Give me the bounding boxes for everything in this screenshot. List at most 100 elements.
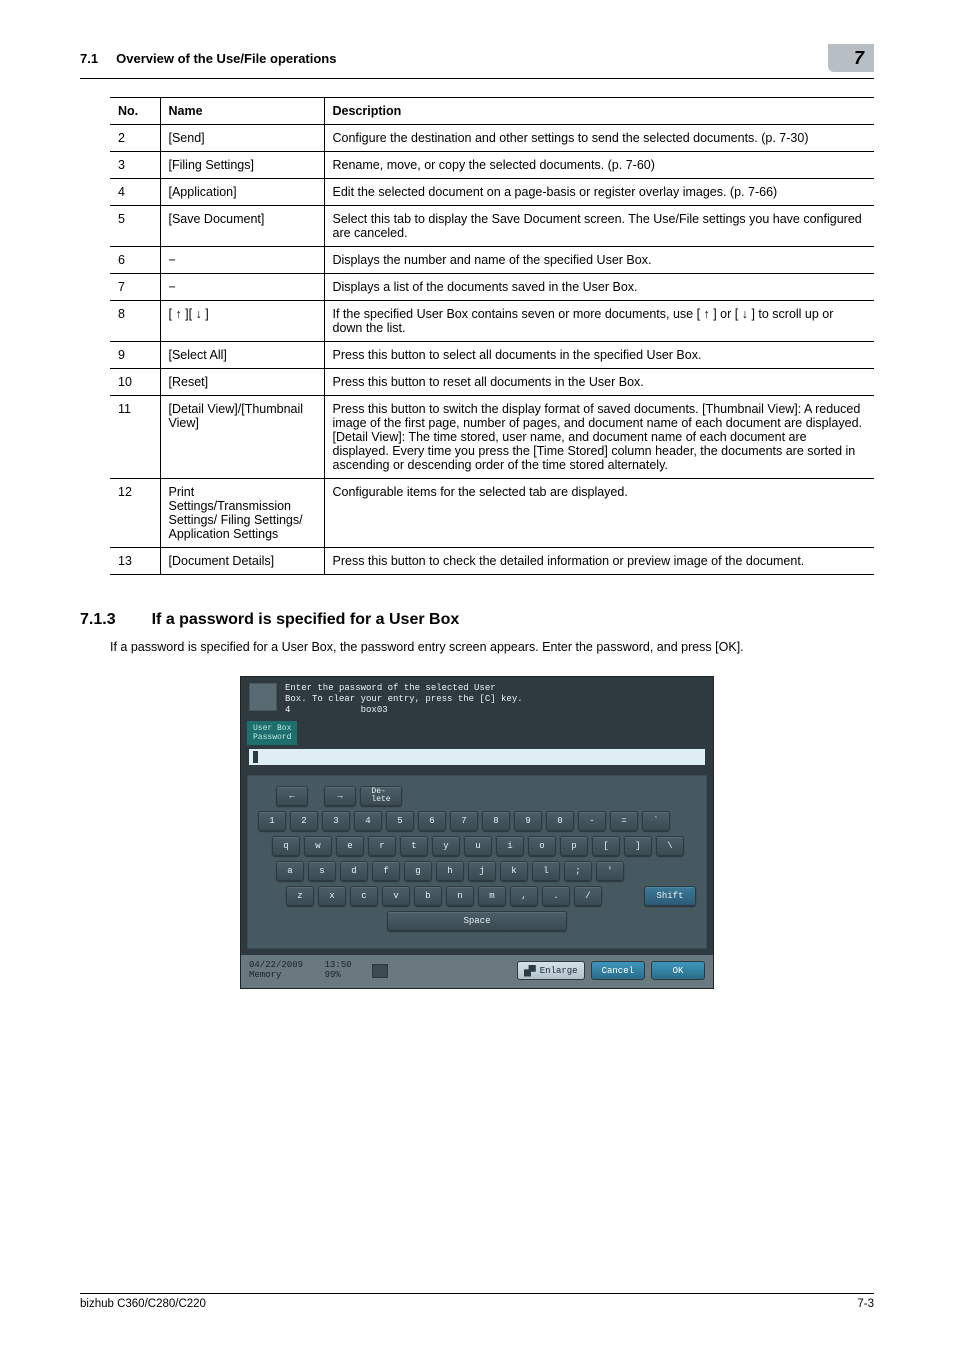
key[interactable]: 3 <box>322 811 350 831</box>
instr-line1: Enter the password of the selected User <box>285 683 496 693</box>
instr-line2: Box. To clear your entry, press the [C] … <box>285 694 523 704</box>
chapter-badge: 7 <box>828 44 874 72</box>
key[interactable]: v <box>382 886 410 906</box>
shift-key[interactable]: Shift <box>644 886 696 906</box>
cell-no: 6 <box>110 247 160 274</box>
key[interactable]: , <box>510 886 538 906</box>
header-section-title: Overview of the Use/File operations <box>116 51 336 66</box>
status-icon <box>372 964 388 978</box>
key[interactable]: t <box>400 836 428 856</box>
key[interactable]: 2 <box>290 811 318 831</box>
cell-no: 11 <box>110 396 160 479</box>
box-no: 4 <box>285 705 290 715</box>
key[interactable]: b <box>414 886 442 906</box>
enlarge-label: Enlarge <box>540 966 578 976</box>
key[interactable]: [ <box>592 836 620 856</box>
status-time: 13:50 <box>325 960 352 970</box>
key[interactable]: n <box>446 886 474 906</box>
subsection-body: If a password is specified for a User Bo… <box>110 639 874 656</box>
arrow-left-icon[interactable]: ← <box>276 786 308 806</box>
key[interactable]: y <box>432 836 460 856</box>
key[interactable]: a <box>276 861 304 881</box>
key[interactable]: m <box>478 886 506 906</box>
cell-name: − <box>160 274 324 301</box>
key[interactable]: f <box>372 861 400 881</box>
cell-desc: Edit the selected document on a page-bas… <box>324 179 874 206</box>
cell-desc: Rename, move, or copy the selected docum… <box>324 152 874 179</box>
key[interactable]: 0 <box>546 811 574 831</box>
cell-no: 3 <box>110 152 160 179</box>
subsection-no: 7.1.3 <box>80 611 116 629</box>
page-footer: bizhub C360/C280/C220 7-3 <box>80 1293 874 1310</box>
header-rule <box>80 78 874 79</box>
cell-desc: If the specified User Box contains seven… <box>324 301 874 342</box>
cell-no: 4 <box>110 179 160 206</box>
delete-key[interactable]: De- lete <box>360 786 402 806</box>
cell-desc: Press this button to select all document… <box>324 342 874 369</box>
key[interactable]: h <box>436 861 464 881</box>
key[interactable]: q <box>272 836 300 856</box>
cell-no: 13 <box>110 548 160 575</box>
password-input[interactable] <box>249 749 705 765</box>
operations-table: No. Name Description 2[Send]Configure th… <box>110 97 874 575</box>
key[interactable]: 7 <box>450 811 478 831</box>
enlarge-icon <box>524 965 536 977</box>
ok-button[interactable]: OK <box>651 961 705 980</box>
key[interactable]: / <box>574 886 602 906</box>
key[interactable]: 6 <box>418 811 446 831</box>
cell-desc: Configure the destination and other sett… <box>324 125 874 152</box>
subsection-title: If a password is specified for a User Bo… <box>152 611 460 629</box>
key[interactable]: ; <box>564 861 592 881</box>
cell-desc: Press this button to switch the display … <box>324 396 874 479</box>
key[interactable]: \ <box>656 836 684 856</box>
key[interactable]: s <box>308 861 336 881</box>
key[interactable]: r <box>368 836 396 856</box>
key[interactable]: ` <box>642 811 670 831</box>
cell-no: 8 <box>110 301 160 342</box>
status-mem: Memory <box>249 970 281 980</box>
key[interactable]: c <box>350 886 378 906</box>
table-row: 8[ ↑ ][ ↓ ]If the specified User Box con… <box>110 301 874 342</box>
key[interactable]: 9 <box>514 811 542 831</box>
key[interactable]: o <box>528 836 556 856</box>
key[interactable]: z <box>286 886 314 906</box>
cell-no: 10 <box>110 369 160 396</box>
key[interactable]: . <box>542 886 570 906</box>
key[interactable]: d <box>340 861 368 881</box>
key[interactable]: 1 <box>258 811 286 831</box>
key[interactable]: j <box>468 861 496 881</box>
key[interactable]: l <box>532 861 560 881</box>
key[interactable]: w <box>304 836 332 856</box>
key[interactable]: p <box>560 836 588 856</box>
key[interactable]: 8 <box>482 811 510 831</box>
status-text: 04/22/2009 13:50 Memory 99% <box>249 961 366 981</box>
table-row: 7−Displays a list of the documents saved… <box>110 274 874 301</box>
panel-icon <box>249 683 277 711</box>
space-key[interactable]: Space <box>387 911 567 931</box>
cell-name: [Document Details] <box>160 548 324 575</box>
th-no: No. <box>110 98 160 125</box>
key[interactable]: x <box>318 886 346 906</box>
arrow-right-icon[interactable]: → <box>324 786 356 806</box>
cell-name: [Application] <box>160 179 324 206</box>
key[interactable]: ' <box>596 861 624 881</box>
instruction-text: Enter the password of the selected User … <box>285 683 523 717</box>
key[interactable]: = <box>610 811 638 831</box>
key[interactable]: ] <box>624 836 652 856</box>
key[interactable]: - <box>578 811 606 831</box>
key[interactable]: k <box>500 861 528 881</box>
cell-name: [Select All] <box>160 342 324 369</box>
cell-desc: Displays the number and name of the spec… <box>324 247 874 274</box>
key[interactable]: u <box>464 836 492 856</box>
key[interactable]: e <box>336 836 364 856</box>
enlarge-button[interactable]: Enlarge <box>517 961 585 980</box>
cell-no: 9 <box>110 342 160 369</box>
cell-no: 5 <box>110 206 160 247</box>
key[interactable]: 4 <box>354 811 382 831</box>
cancel-button[interactable]: Cancel <box>591 961 645 980</box>
cell-name: − <box>160 247 324 274</box>
key[interactable]: g <box>404 861 432 881</box>
table-row: 5[Save Document]Select this tab to displ… <box>110 206 874 247</box>
key[interactable]: 5 <box>386 811 414 831</box>
key[interactable]: i <box>496 836 524 856</box>
